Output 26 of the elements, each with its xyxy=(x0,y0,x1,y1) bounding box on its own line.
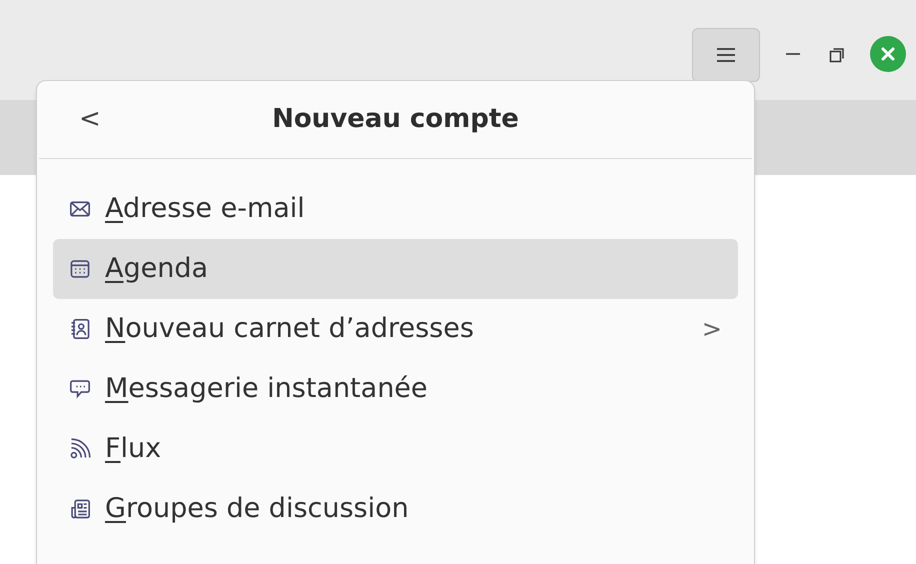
menu-icon xyxy=(715,47,737,63)
calendar-icon xyxy=(69,258,91,280)
menu-button[interactable] xyxy=(692,28,760,82)
menu-item[interactable]: Messagerie instantanée xyxy=(53,359,738,419)
menu-item-label: Messagerie instantanée xyxy=(105,372,429,406)
menu-item[interactable]: Nouveau carnet d’adresses > xyxy=(53,299,738,359)
submenu-arrow: > xyxy=(702,314,722,345)
menu-item-label: Groupes de discussion xyxy=(105,492,410,526)
close-icon xyxy=(880,46,896,62)
restore-icon xyxy=(829,47,845,63)
close-button[interactable] xyxy=(870,36,906,72)
menu-item[interactable]: Groupes de discussion xyxy=(53,479,738,539)
chat-bubble-icon xyxy=(69,378,91,400)
menu-item-label: Adresse e-mail xyxy=(105,192,306,226)
feed-icon xyxy=(69,438,91,460)
menu-item-label: Flux xyxy=(105,432,162,466)
minimize-icon xyxy=(786,53,800,55)
newspaper-icon xyxy=(69,498,91,520)
back-button[interactable]: < xyxy=(79,100,99,139)
menu-item[interactable]: Agenda xyxy=(53,239,738,299)
menu-item-label: Nouveau carnet d’adresses xyxy=(105,312,475,346)
menu-item[interactable]: Flux xyxy=(53,419,738,479)
menu-item-label: Agenda xyxy=(105,252,210,286)
menu-item[interactable]: Adresse e-mail xyxy=(53,179,738,239)
menu-title: Nouveau compte xyxy=(271,103,520,136)
address-book-icon xyxy=(69,318,91,340)
